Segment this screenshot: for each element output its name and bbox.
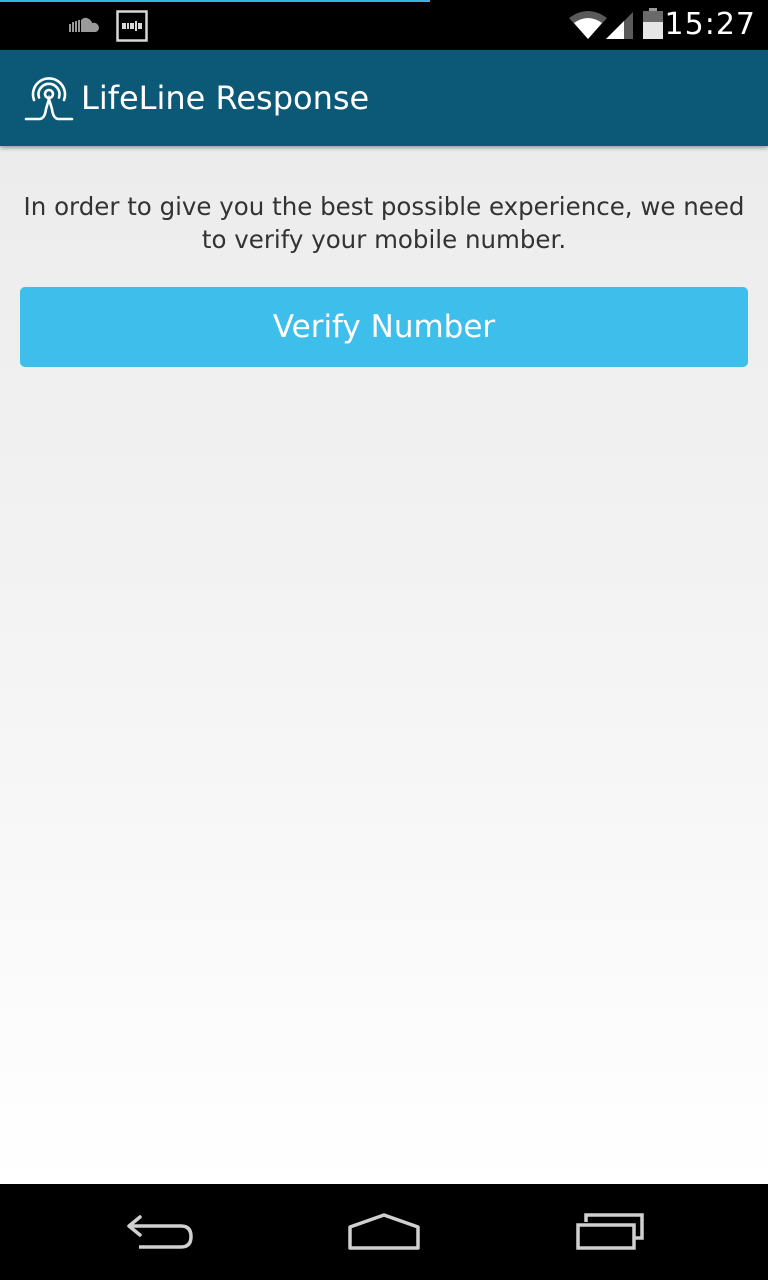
home-button[interactable] bbox=[314, 1184, 454, 1280]
status-bar: 15:27 bbox=[0, 0, 768, 50]
status-progress-line bbox=[0, 0, 430, 2]
battery-icon bbox=[643, 8, 663, 39]
recent-apps-icon bbox=[576, 1213, 644, 1250]
back-icon bbox=[127, 1215, 193, 1249]
phone-screen: 15:27 LifeLine Response In order to give… bbox=[0, 0, 768, 1280]
status-time: 15:27 bbox=[664, 7, 756, 42]
verify-number-button[interactable]: Verify Number bbox=[20, 287, 748, 367]
back-button[interactable] bbox=[90, 1184, 230, 1280]
app-title: LifeLine Response bbox=[81, 79, 370, 117]
action-bar: LifeLine Response bbox=[0, 50, 768, 146]
media-notification-icon bbox=[116, 10, 148, 42]
main-content: In order to give you the best possible e… bbox=[0, 146, 768, 1184]
recent-apps-button[interactable] bbox=[540, 1184, 680, 1280]
wifi-icon bbox=[569, 11, 607, 39]
signal-icon bbox=[606, 12, 633, 39]
verification-intro-text: In order to give you the best possible e… bbox=[23, 192, 745, 254]
home-icon bbox=[348, 1213, 420, 1250]
soundcloud-icon bbox=[69, 17, 99, 32]
navigation-bar bbox=[0, 1184, 768, 1280]
lifeline-logo-icon[interactable] bbox=[24, 74, 74, 122]
